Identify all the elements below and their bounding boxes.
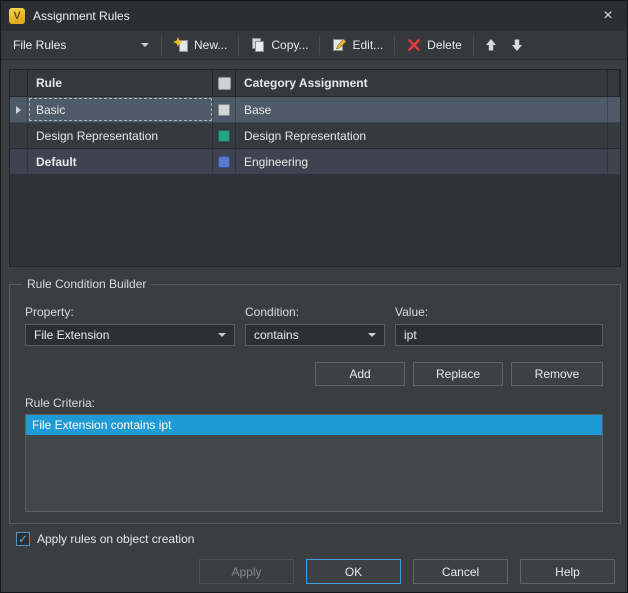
- chevron-down-icon: [141, 43, 149, 47]
- grid-header-row: Rule Category Assignment: [10, 70, 620, 97]
- swatch-cell[interactable]: [213, 149, 236, 174]
- help-button[interactable]: Help: [520, 559, 615, 584]
- category-cell[interactable]: Engineering: [236, 149, 608, 174]
- condition-value: contains: [254, 328, 299, 342]
- current-row-indicator: [10, 97, 28, 122]
- category-cell[interactable]: Base: [236, 97, 608, 122]
- new-icon: [173, 37, 189, 53]
- toolbar-separator: [472, 35, 474, 55]
- up-arrow-icon: [483, 37, 499, 53]
- grid-header-filler: [608, 70, 620, 96]
- vault-logo-letter: V: [13, 10, 21, 22]
- rule-set-dropdown[interactable]: File Rules: [5, 33, 157, 57]
- category-color-swatch: [218, 129, 230, 142]
- new-label: New...: [194, 38, 228, 52]
- delete-icon: [406, 37, 422, 53]
- apply-button[interactable]: Apply: [199, 559, 294, 584]
- toolbar-separator: [161, 35, 162, 55]
- list-item[interactable]: File Extension contains ipt: [26, 415, 602, 435]
- value-input[interactable]: [395, 324, 603, 346]
- delete-button[interactable]: Delete: [399, 33, 469, 57]
- rule-cell[interactable]: Default: [28, 149, 213, 174]
- rule-condition-builder-group: Rule Condition Builder Property: Conditi…: [9, 277, 621, 524]
- rule-cell[interactable]: Basic: [28, 97, 213, 122]
- ok-button[interactable]: OK: [306, 559, 401, 584]
- apply-rules-checkbox[interactable]: ✓: [16, 532, 30, 546]
- apply-rules-checkbox-label: Apply rules on object creation: [37, 532, 195, 546]
- edit-icon: [331, 37, 347, 53]
- cancel-button[interactable]: Cancel: [413, 559, 508, 584]
- condition-dropdown[interactable]: contains: [245, 324, 385, 346]
- toolbar-separator: [238, 35, 240, 55]
- condition-label: Condition:: [245, 305, 300, 319]
- category-color-swatch: [218, 155, 230, 168]
- filler-cell: [608, 123, 620, 148]
- toolbar: File Rules New... Copy... Edit... Delete: [1, 31, 627, 60]
- filler-cell: [608, 149, 620, 174]
- down-arrow-icon: [509, 37, 525, 53]
- grid-header-checkbox-cell: [213, 70, 236, 96]
- new-button[interactable]: New...: [166, 33, 234, 57]
- category-cell[interactable]: Design Representation: [236, 123, 608, 148]
- copy-button[interactable]: Copy...: [243, 33, 315, 57]
- grid-header-selector: [10, 70, 28, 96]
- property-dropdown[interactable]: File Extension: [25, 324, 235, 346]
- titlebar[interactable]: V Assignment Rules ×: [1, 1, 627, 31]
- swatch-cell[interactable]: [213, 97, 236, 122]
- move-down-button[interactable]: [504, 33, 530, 57]
- current-row-arrow-icon: [16, 105, 21, 114]
- assignment-rules-dialog: V Assignment Rules × File Rules New... C…: [0, 0, 628, 593]
- header-checkbox[interactable]: [217, 76, 231, 90]
- row-selector-cell: [10, 149, 28, 174]
- row-selector-cell: [10, 123, 28, 148]
- chevron-down-icon: [218, 333, 226, 337]
- groupbox-title: Rule Condition Builder: [22, 277, 152, 291]
- rule-set-value: File Rules: [13, 38, 67, 52]
- add-button[interactable]: Add: [315, 362, 405, 386]
- table-row[interactable]: Basic Base: [10, 97, 620, 123]
- rules-grid: Rule Category Assignment Basic Base Desi…: [9, 69, 621, 267]
- property-label: Property:: [25, 305, 74, 319]
- remove-button[interactable]: Remove: [511, 362, 603, 386]
- table-row[interactable]: Design Representation Design Representat…: [10, 123, 620, 149]
- edit-button[interactable]: Edit...: [324, 33, 390, 57]
- category-color-swatch: [218, 103, 230, 116]
- close-button[interactable]: ×: [589, 1, 627, 31]
- value-label: Value:: [395, 305, 429, 319]
- vault-logo-icon: V: [9, 8, 25, 24]
- delete-label: Delete: [427, 38, 462, 52]
- rule-cell[interactable]: Design Representation: [28, 123, 213, 148]
- grid-header-category: Category Assignment: [236, 70, 608, 96]
- window-title: Assignment Rules: [33, 9, 130, 23]
- table-row[interactable]: Default Engineering: [10, 149, 620, 175]
- rule-criteria-list[interactable]: File Extension contains ipt: [25, 414, 603, 512]
- toolbar-separator: [394, 35, 396, 55]
- property-value: File Extension: [34, 328, 110, 342]
- edit-label: Edit...: [352, 38, 384, 52]
- move-up-button[interactable]: [478, 33, 504, 57]
- checkmark-icon: ✓: [17, 532, 29, 546]
- grid-header-rule: Rule: [28, 70, 213, 96]
- rule-criteria-label: Rule Criteria:: [25, 396, 96, 410]
- chevron-down-icon: [368, 333, 376, 337]
- toolbar-separator: [319, 35, 321, 55]
- swatch-cell[interactable]: [213, 123, 236, 148]
- copy-label: Copy...: [271, 38, 309, 52]
- filler-cell: [608, 97, 620, 122]
- apply-rules-checkbox-row[interactable]: ✓ Apply rules on object creation: [16, 532, 194, 546]
- replace-button[interactable]: Replace: [413, 362, 503, 386]
- copy-icon: [250, 37, 266, 53]
